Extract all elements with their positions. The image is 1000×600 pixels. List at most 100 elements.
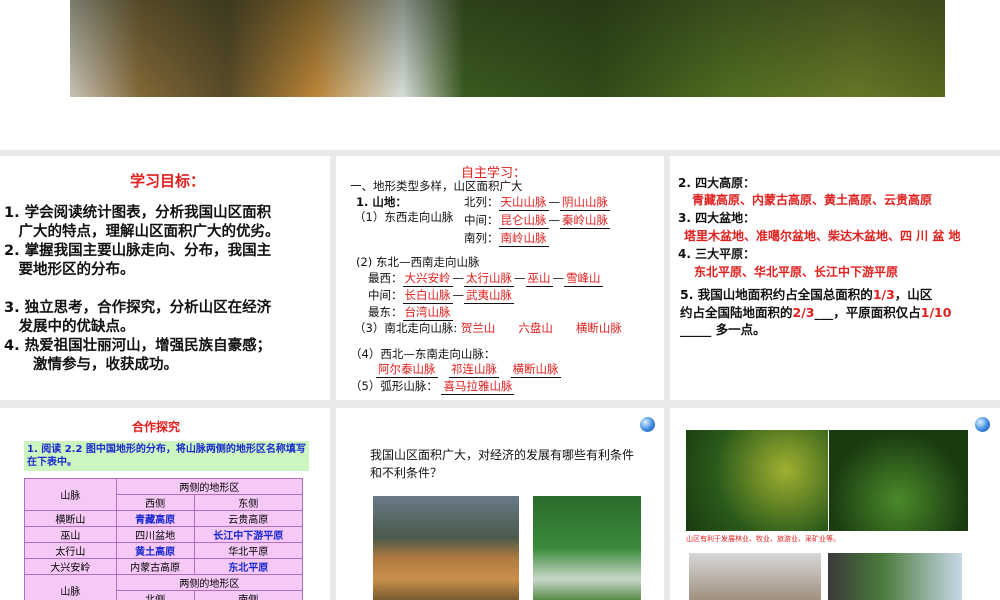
row-east: 最东： 台湾山脉 xyxy=(368,304,453,321)
answer: 塔里木盆地、准噶尔盆地、柴达木盆地、四 川 盆 地 xyxy=(684,229,961,243)
slide-title: 合作探究 xyxy=(132,420,181,434)
answer: 昆仑山脉 xyxy=(498,213,549,229)
cell: 长江中下游平原 xyxy=(193,526,304,543)
header-cell: 西侧 xyxy=(115,494,195,511)
slide-thumbnail-question[interactable]: 我国山区面积广大，对经济的发展有哪些有利条件和不利条件？ xyxy=(336,408,664,600)
label: 南列： xyxy=(464,231,499,245)
question-5-line3: _____ 多一点。 xyxy=(680,322,766,337)
cell: 华北平原 xyxy=(193,542,304,559)
caption: 山区有利于发展林业、牧业、旅游业、采矿业等。 xyxy=(686,535,840,543)
slide-thumbnail-photos[interactable]: 山区有利于发展林业、牧业、旅游业、采矿业等。 xyxy=(670,408,1000,600)
pine-photo xyxy=(828,553,962,600)
cell: 云贵高原 xyxy=(193,510,304,527)
row-south: 南列： 南岭山脉 xyxy=(464,230,549,247)
row-north: 北列： 天山山脉 — 阴山山脉 xyxy=(464,194,610,211)
row-west: 最西： 大兴安岭 — 太行山脉 — 巫山 — 雪峰山 xyxy=(368,270,603,287)
text: ，山区 xyxy=(894,287,933,302)
header-cell: 南侧 xyxy=(193,590,304,600)
task-box: 1. 阅读 2.2 图中国地形的分布，将山脉两侧的地形区名称填写在下表中。 xyxy=(24,441,309,471)
dash: — xyxy=(452,271,465,285)
cell: 巫山 xyxy=(24,526,117,543)
answer: 六盘山 xyxy=(518,321,553,335)
label: 中间： xyxy=(368,288,403,302)
dash: — xyxy=(552,271,565,285)
row-center: 中间： 长白山脉 — 武夷山脉 xyxy=(368,287,514,304)
row-nw: 阿尔泰山脉 祁连山脉 横断山脉 xyxy=(376,361,561,378)
text: 约占全国陆地面积的 xyxy=(680,305,793,320)
terrain-table: 山脉 两侧的地形区 西侧 东侧 横断山 青藏高原 云贵高原 巫山 四川盆地 长江中下游平原 … xyxy=(24,478,304,600)
slide-thumbnail-plateaus[interactable]: 2. 四大高原： 青藏高原、内蒙古高原、黄土高原、云贵高原 3. 四大盆地： 塔… xyxy=(670,156,1000,400)
label: （4）西北—东南走向山脉： xyxy=(350,347,496,361)
table-row: 横断山 青藏高原 云贵高原 xyxy=(24,510,304,527)
slide-thumbnail-self-study[interactable]: 自主学习： 一、地形类型多样，山区面积广大 1. 山地： （1）东西走向山脉 北… xyxy=(336,156,664,400)
label: 1. 山地： xyxy=(356,195,407,209)
objective-line: 2. 掌握我国主要山脉走向、分布，我国主 xyxy=(4,243,272,259)
header-cell: 北侧 xyxy=(115,590,195,600)
answer: 大兴安岭 xyxy=(402,271,453,287)
answer: 祁连山脉 xyxy=(449,362,499,378)
answer: 横断山脉 xyxy=(510,362,561,378)
question: 4. 三大平原： xyxy=(678,247,756,261)
table-row: 巫山 四川盆地 长江中下游平原 xyxy=(24,526,304,543)
cell: 黄土高原 xyxy=(115,542,195,559)
row-ns: （3）南北走向山脉: 贺兰山 六盘山 横断山脉 xyxy=(354,320,622,336)
dash: — xyxy=(452,288,465,302)
header-cell: 两侧的地形区 xyxy=(115,478,304,495)
answer: 阴山山脉 xyxy=(560,195,610,211)
objective-line: 激情参与，收获成功。 xyxy=(4,357,178,373)
row-middle: 中间： 昆仑山脉 — 秦岭山脉 xyxy=(464,212,610,229)
cell: 四川盆地 xyxy=(115,526,195,543)
header-cell: 山脉 xyxy=(24,574,117,600)
answer: 1/10 xyxy=(920,305,952,320)
answer: 秦岭山脉 xyxy=(560,213,610,229)
answer: 太行山脉 xyxy=(464,271,514,287)
globe-icon xyxy=(975,417,990,432)
dash: — xyxy=(548,213,561,227)
cell: 横断山 xyxy=(24,510,117,527)
answer: 武夷山脉 xyxy=(464,288,514,304)
dash: — xyxy=(514,271,526,285)
label: 最东： xyxy=(368,305,403,319)
slide-thumbnail-cooperative[interactable]: 合作探究 1. 阅读 2.2 图中国地形的分布，将山脉两侧的地形区名称填写在下表… xyxy=(0,408,330,600)
objectives-list: 1. 学会阅读统计图表，分析我国山区面积 广大的特点，理解山区面积广大的优劣。 … xyxy=(4,204,280,375)
divider xyxy=(0,400,1000,408)
answer: 阿尔泰山脉 xyxy=(376,362,438,378)
cell: 内蒙古高原 xyxy=(115,558,195,575)
text: 多一点。 xyxy=(715,322,766,337)
objective-line: 要地形区的分布。 xyxy=(4,262,135,278)
question: 2. 四大高原： xyxy=(678,176,756,190)
cell: 东北平原 xyxy=(193,558,304,575)
fruit-picking-photo xyxy=(686,430,828,531)
answer: 贺兰山 xyxy=(460,321,496,335)
cell: 大兴安岭 xyxy=(24,558,117,575)
header-cell: 东侧 xyxy=(193,494,304,511)
answer: 巫山 xyxy=(525,271,553,287)
header-cell: 山脉 xyxy=(24,478,117,511)
label: 中间： xyxy=(464,213,499,227)
label: （5）弧形山脉： xyxy=(350,379,438,393)
label: （3）南北走向山脉: xyxy=(354,321,458,335)
answer: 南岭山脉 xyxy=(498,231,549,247)
answer: 台湾山脉 xyxy=(402,305,453,321)
question-5: 5. 我国山地面积约占全国总面积的1/3，山区 xyxy=(680,284,932,303)
answer: 长白山脉 xyxy=(402,288,453,304)
answer: 雪峰山 xyxy=(564,271,603,287)
bridge-photo xyxy=(533,496,641,600)
slide-thumbnail-objectives[interactable]: 学习目标： 1. 学会阅读统计图表，分析我国山区面积 广大的特点，理解山区面积广… xyxy=(0,156,330,400)
table-row: 大兴安岭 内蒙古高原 东北平原 xyxy=(24,558,304,575)
tea-picking-photo xyxy=(829,430,968,531)
text: 5. 我国山地面积约占全国总面积的 xyxy=(680,287,873,302)
globe-icon xyxy=(640,417,655,432)
table-row: 太行山 黄土高原 华北平原 xyxy=(24,542,304,559)
answer: 天山山脉 xyxy=(498,195,549,211)
objective-line: 发展中的优缺点。 xyxy=(4,319,135,335)
row-arc: （5）弧形山脉： 喜马拉雅山脉 xyxy=(350,378,515,395)
label: 北列： xyxy=(464,195,499,209)
header-cell: 两侧的地形区 xyxy=(115,574,304,591)
objective-line: 4. 热爱祖国壮丽河山，增强民族自豪感； xyxy=(4,338,272,354)
slide-photo-reflection[interactable] xyxy=(70,0,945,97)
answer: 2/3 xyxy=(792,305,815,320)
answer: 喜马拉雅山脉 xyxy=(441,379,515,395)
answer: 东北平原、华北平原、长江中下游平原 xyxy=(694,265,899,279)
text: ，平原面积仅占 xyxy=(833,305,921,320)
